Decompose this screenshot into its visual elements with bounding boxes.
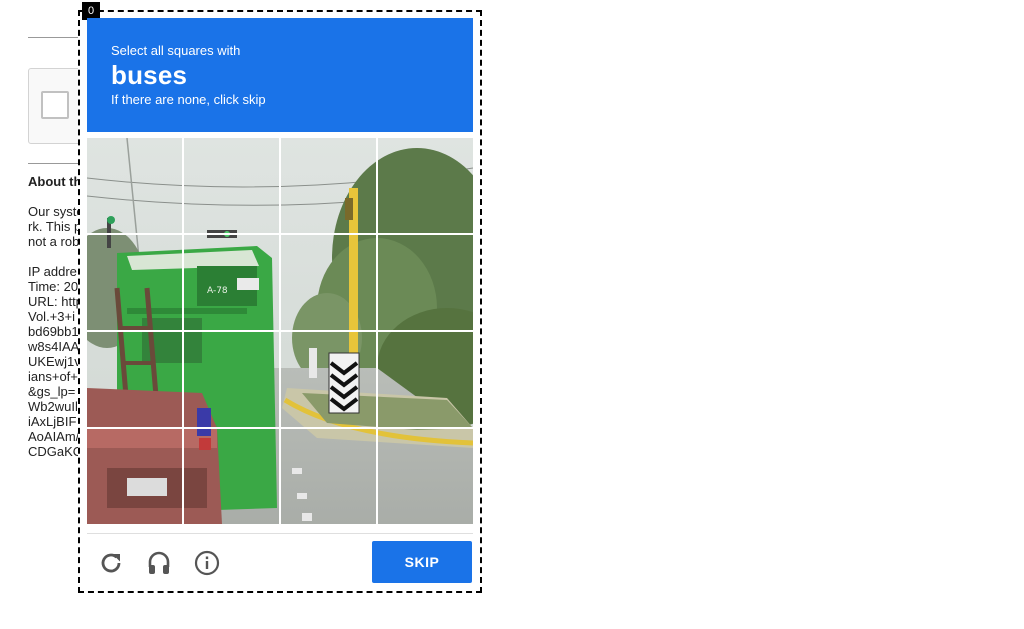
captcha-challenge: 0 Select all squares with buses If there… [78, 2, 482, 593]
reload-button[interactable] [94, 546, 128, 580]
not-robot-checkbox[interactable] [41, 91, 69, 119]
grid-tile-r2-c3[interactable] [281, 235, 376, 330]
info-icon [194, 550, 220, 576]
grid-tile-r1-c4[interactable] [378, 138, 473, 233]
reload-icon [101, 553, 121, 573]
about-text-line: Our syste [28, 204, 84, 219]
instruction-text: Select all squares with [111, 43, 241, 58]
about-heading: About th [28, 174, 82, 189]
about-text-line: iAxLjBIF [28, 414, 77, 429]
about-text-line: not a rob [28, 234, 80, 249]
audio-challenge-button[interactable] [142, 546, 176, 580]
about-text-line: Vol.+3+i [28, 309, 75, 324]
skip-hint: If there are none, click skip [111, 92, 266, 107]
about-text-line: bd69bb1 [28, 324, 79, 339]
grid-tile-r4-c3[interactable] [281, 429, 376, 524]
grid-tile-r3-c3[interactable] [281, 332, 376, 427]
about-text-line: &gs_lp= [28, 384, 76, 399]
image-grid: A-78 [87, 138, 473, 524]
about-text-line: rk. This p [28, 219, 82, 234]
about-text-line: AoAIAm/ [28, 429, 80, 444]
grid-tile-r1-c3[interactable] [281, 138, 376, 233]
grid-tile-r1-c2[interactable] [184, 138, 279, 233]
about-text-line: UKEwj1v [28, 354, 81, 369]
info-button[interactable] [190, 546, 224, 580]
instruction-header: Select all squares with buses If there a… [87, 18, 473, 132]
target-keyword: buses [111, 60, 188, 90]
about-text-line: Time: 20 [28, 279, 79, 294]
about-text-line: Wb2wuIl [28, 399, 78, 414]
about-text-line: CDGaKO [28, 444, 83, 459]
grid-tile-r1-c1[interactable] [87, 138, 182, 233]
skip-button[interactable]: SKIP [372, 541, 472, 583]
about-text-line: URL: http [28, 294, 83, 309]
grid-tile-r3-c4[interactable] [378, 332, 473, 427]
about-text-line: ians+of+ [28, 369, 78, 384]
grid-tile-r2-c1[interactable] [87, 235, 182, 330]
about-text-line: IP addre [28, 264, 77, 279]
grid-tile-r2-c2[interactable] [184, 235, 279, 330]
grid-tile-r4-c4[interactable] [378, 429, 473, 524]
headphones-icon [148, 551, 170, 574]
footer-divider [87, 533, 473, 534]
grid-tile-r2-c4[interactable] [378, 235, 473, 330]
grid-tile-r4-c2[interactable] [184, 429, 279, 524]
about-text-line: w8s4IAA [28, 339, 80, 354]
grid-tile-r3-c2[interactable] [184, 332, 279, 427]
grid-tile-r4-c1[interactable] [87, 429, 182, 524]
grid-tile-r3-c1[interactable] [87, 332, 182, 427]
